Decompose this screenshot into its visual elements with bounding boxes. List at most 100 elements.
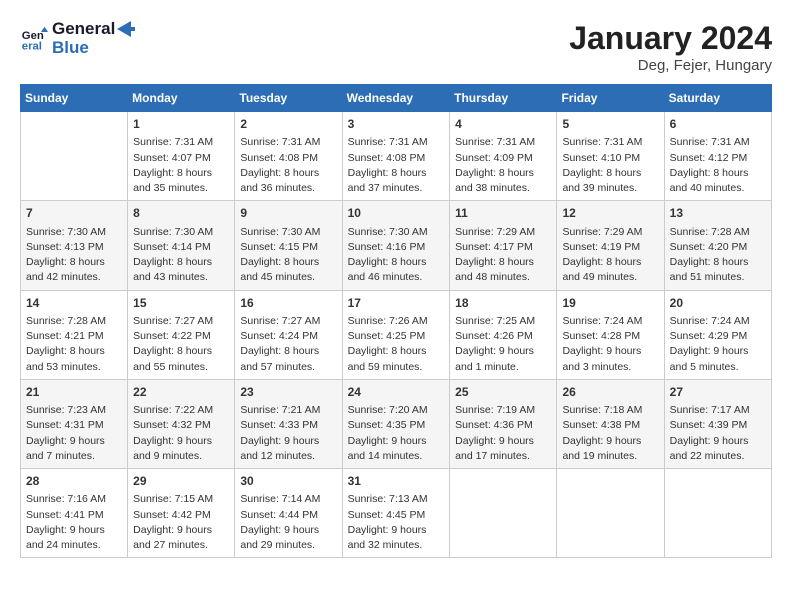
day-info: and 43 minutes. <box>133 270 229 285</box>
day-info: Sunset: 4:22 PM <box>133 329 229 344</box>
day-info: Sunset: 4:32 PM <box>133 418 229 433</box>
calendar-cell: 24Sunrise: 7:20 AMSunset: 4:35 PMDayligh… <box>342 379 450 468</box>
day-info: and 37 minutes. <box>348 181 445 196</box>
day-number: 18 <box>455 295 551 312</box>
day-number: 20 <box>670 295 766 312</box>
day-info: Sunrise: 7:30 AM <box>240 225 336 240</box>
day-info: Sunset: 4:44 PM <box>240 508 336 523</box>
day-number: 11 <box>455 205 551 222</box>
day-info: Sunset: 4:21 PM <box>26 329 122 344</box>
day-info: Sunrise: 7:14 AM <box>240 492 336 507</box>
day-info: Daylight: 8 hours <box>240 255 336 270</box>
day-info: Sunrise: 7:22 AM <box>133 403 229 418</box>
day-number: 17 <box>348 295 445 312</box>
calendar-cell: 31Sunrise: 7:13 AMSunset: 4:45 PMDayligh… <box>342 469 450 558</box>
title-area: January 2024 Deg, Fejer, Hungary <box>569 20 772 74</box>
calendar-cell: 9Sunrise: 7:30 AMSunset: 4:15 PMDaylight… <box>235 201 342 290</box>
day-info: Sunrise: 7:28 AM <box>670 225 766 240</box>
day-number: 7 <box>26 205 122 222</box>
week-row-3: 14Sunrise: 7:28 AMSunset: 4:21 PMDayligh… <box>21 290 772 379</box>
day-header-thursday: Thursday <box>450 85 557 112</box>
logo-text: General <box>52 20 115 39</box>
calendar-cell: 23Sunrise: 7:21 AMSunset: 4:33 PMDayligh… <box>235 379 342 468</box>
day-info: and 9 minutes. <box>133 449 229 464</box>
calendar-cell: 15Sunrise: 7:27 AMSunset: 4:22 PMDayligh… <box>128 290 235 379</box>
day-info: Sunset: 4:26 PM <box>455 329 551 344</box>
day-info: Sunset: 4:29 PM <box>670 329 766 344</box>
day-info: and 19 minutes. <box>562 449 658 464</box>
location: Deg, Fejer, Hungary <box>569 57 772 74</box>
day-info: and 46 minutes. <box>348 270 445 285</box>
day-info: and 5 minutes. <box>670 360 766 375</box>
calendar-cell: 21Sunrise: 7:23 AMSunset: 4:31 PMDayligh… <box>21 379 128 468</box>
page-header: Gen eral General Blue January 2024 Deg, … <box>20 20 772 74</box>
day-info: Sunset: 4:14 PM <box>133 240 229 255</box>
day-info: Sunrise: 7:26 AM <box>348 314 445 329</box>
calendar-cell: 5Sunrise: 7:31 AMSunset: 4:10 PMDaylight… <box>557 112 664 201</box>
day-info: and 32 minutes. <box>348 538 445 553</box>
day-info: and 55 minutes. <box>133 360 229 375</box>
calendar-cell: 7Sunrise: 7:30 AMSunset: 4:13 PMDaylight… <box>21 201 128 290</box>
calendar-cell: 20 Sunrise: 7:24 AMSunset: 4:29 PMDayligh… <box>664 290 771 379</box>
day-info: Daylight: 9 hours <box>26 523 122 538</box>
day-info: Sunset: 4:33 PM <box>240 418 336 433</box>
day-header-monday: Monday <box>128 85 235 112</box>
day-info: Daylight: 8 hours <box>348 166 445 181</box>
day-info: and 12 minutes. <box>240 449 336 464</box>
day-info: Sunrise: 7:30 AM <box>348 225 445 240</box>
day-info: Sunrise: 7:16 AM <box>26 492 122 507</box>
day-info: and 53 minutes. <box>26 360 122 375</box>
day-info: and 49 minutes. <box>562 270 658 285</box>
day-info: Daylight: 8 hours <box>348 255 445 270</box>
day-info: Sunrise: 7:31 AM <box>133 135 229 150</box>
day-number: 25 <box>455 384 551 401</box>
calendar-cell: 22Sunrise: 7:22 AMSunset: 4:32 PMDayligh… <box>128 379 235 468</box>
day-info: Daylight: 9 hours <box>348 523 445 538</box>
day-info: Sunset: 4:07 PM <box>133 151 229 166</box>
day-info: Sunset: 4:35 PM <box>348 418 445 433</box>
calendar-cell: 29Sunrise: 7:15 AMSunset: 4:42 PMDayligh… <box>128 469 235 558</box>
day-info: Sunrise: 7:21 AM <box>240 403 336 418</box>
day-info: Daylight: 9 hours <box>670 344 766 359</box>
day-number: 6 <box>670 116 766 133</box>
day-number: 29 <box>133 473 229 490</box>
day-number: 21 <box>26 384 122 401</box>
day-info: Daylight: 9 hours <box>348 434 445 449</box>
day-info: Sunrise: 7:18 AM <box>562 403 658 418</box>
day-info: Sunrise: 7:15 AM <box>133 492 229 507</box>
days-of-week-row: SundayMondayTuesdayWednesdayThursdayFrid… <box>21 85 772 112</box>
day-info: Sunset: 4:28 PM <box>562 329 658 344</box>
day-info: Sunrise: 7:24 AM <box>670 314 766 329</box>
day-info: Sunset: 4:12 PM <box>670 151 766 166</box>
day-info: and 38 minutes. <box>455 181 551 196</box>
calendar-cell: 3Sunrise: 7:31 AMSunset: 4:08 PMDaylight… <box>342 112 450 201</box>
calendar-cell <box>664 469 771 558</box>
day-info: Daylight: 8 hours <box>670 255 766 270</box>
day-info: Daylight: 9 hours <box>670 434 766 449</box>
day-info: Sunset: 4:38 PM <box>562 418 658 433</box>
day-info: Sunrise: 7:30 AM <box>133 225 229 240</box>
calendar-cell <box>21 112 128 201</box>
day-header-tuesday: Tuesday <box>235 85 342 112</box>
day-info: Sunset: 4:41 PM <box>26 508 122 523</box>
day-number: 13 <box>670 205 766 222</box>
calendar-cell: 28Sunrise: 7:16 AMSunset: 4:41 PMDayligh… <box>21 469 128 558</box>
day-number: 16 <box>240 295 336 312</box>
calendar-cell: 13Sunrise: 7:28 AMSunset: 4:20 PMDayligh… <box>664 201 771 290</box>
day-info: and 36 minutes. <box>240 181 336 196</box>
day-info: and 35 minutes. <box>133 181 229 196</box>
day-info: Daylight: 9 hours <box>562 434 658 449</box>
calendar-cell: 2Sunrise: 7:31 AMSunset: 4:08 PMDaylight… <box>235 112 342 201</box>
month-title: January 2024 <box>569 20 772 57</box>
week-row-4: 21Sunrise: 7:23 AMSunset: 4:31 PMDayligh… <box>21 379 772 468</box>
day-info: Sunrise: 7:31 AM <box>562 135 658 150</box>
calendar-cell: 17Sunrise: 7:26 AMSunset: 4:25 PMDayligh… <box>342 290 450 379</box>
calendar-cell: 4Sunrise: 7:31 AMSunset: 4:09 PMDaylight… <box>450 112 557 201</box>
day-info: and 51 minutes. <box>670 270 766 285</box>
day-number: 30 <box>240 473 336 490</box>
calendar-cell: 12Sunrise: 7:29 AMSunset: 4:19 PMDayligh… <box>557 201 664 290</box>
day-info: Daylight: 9 hours <box>133 523 229 538</box>
day-info: Daylight: 8 hours <box>348 344 445 359</box>
day-number: 10 <box>348 205 445 222</box>
day-number: 31 <box>348 473 445 490</box>
